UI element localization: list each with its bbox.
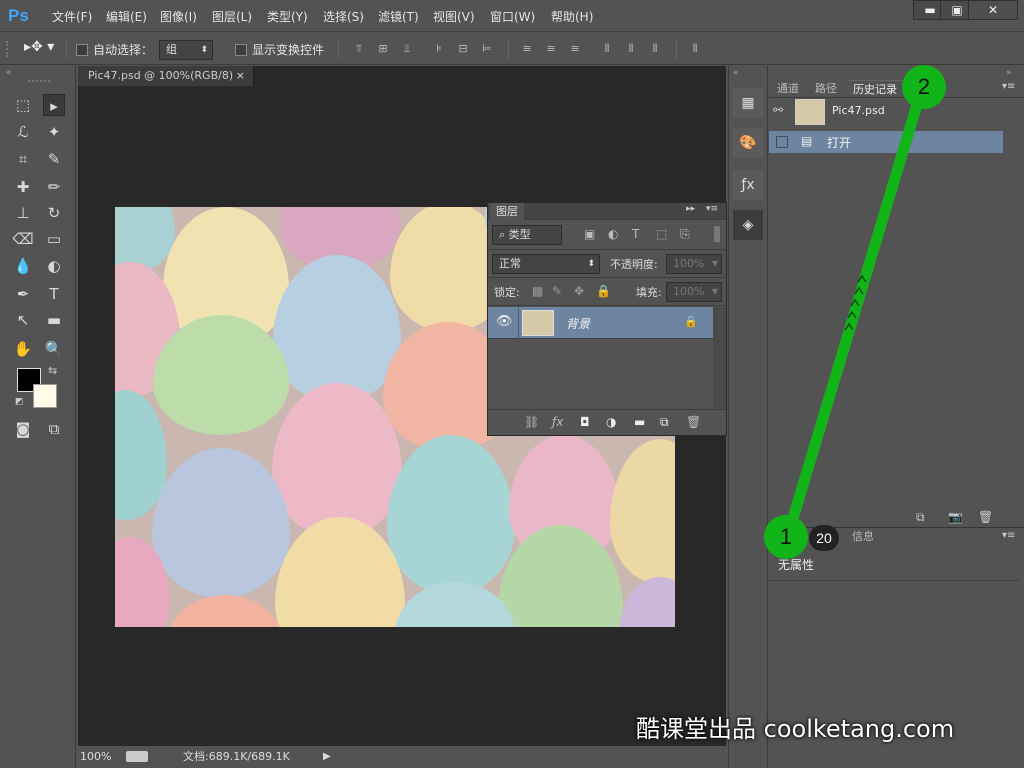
step-marker-1: 1 [764,515,808,559]
count-badge: 20 [809,525,839,551]
watermark: 酷课堂出品 coolketang.com [636,715,955,743]
step-marker-2: 2 [902,65,946,109]
annotation-arrow [782,82,928,541]
